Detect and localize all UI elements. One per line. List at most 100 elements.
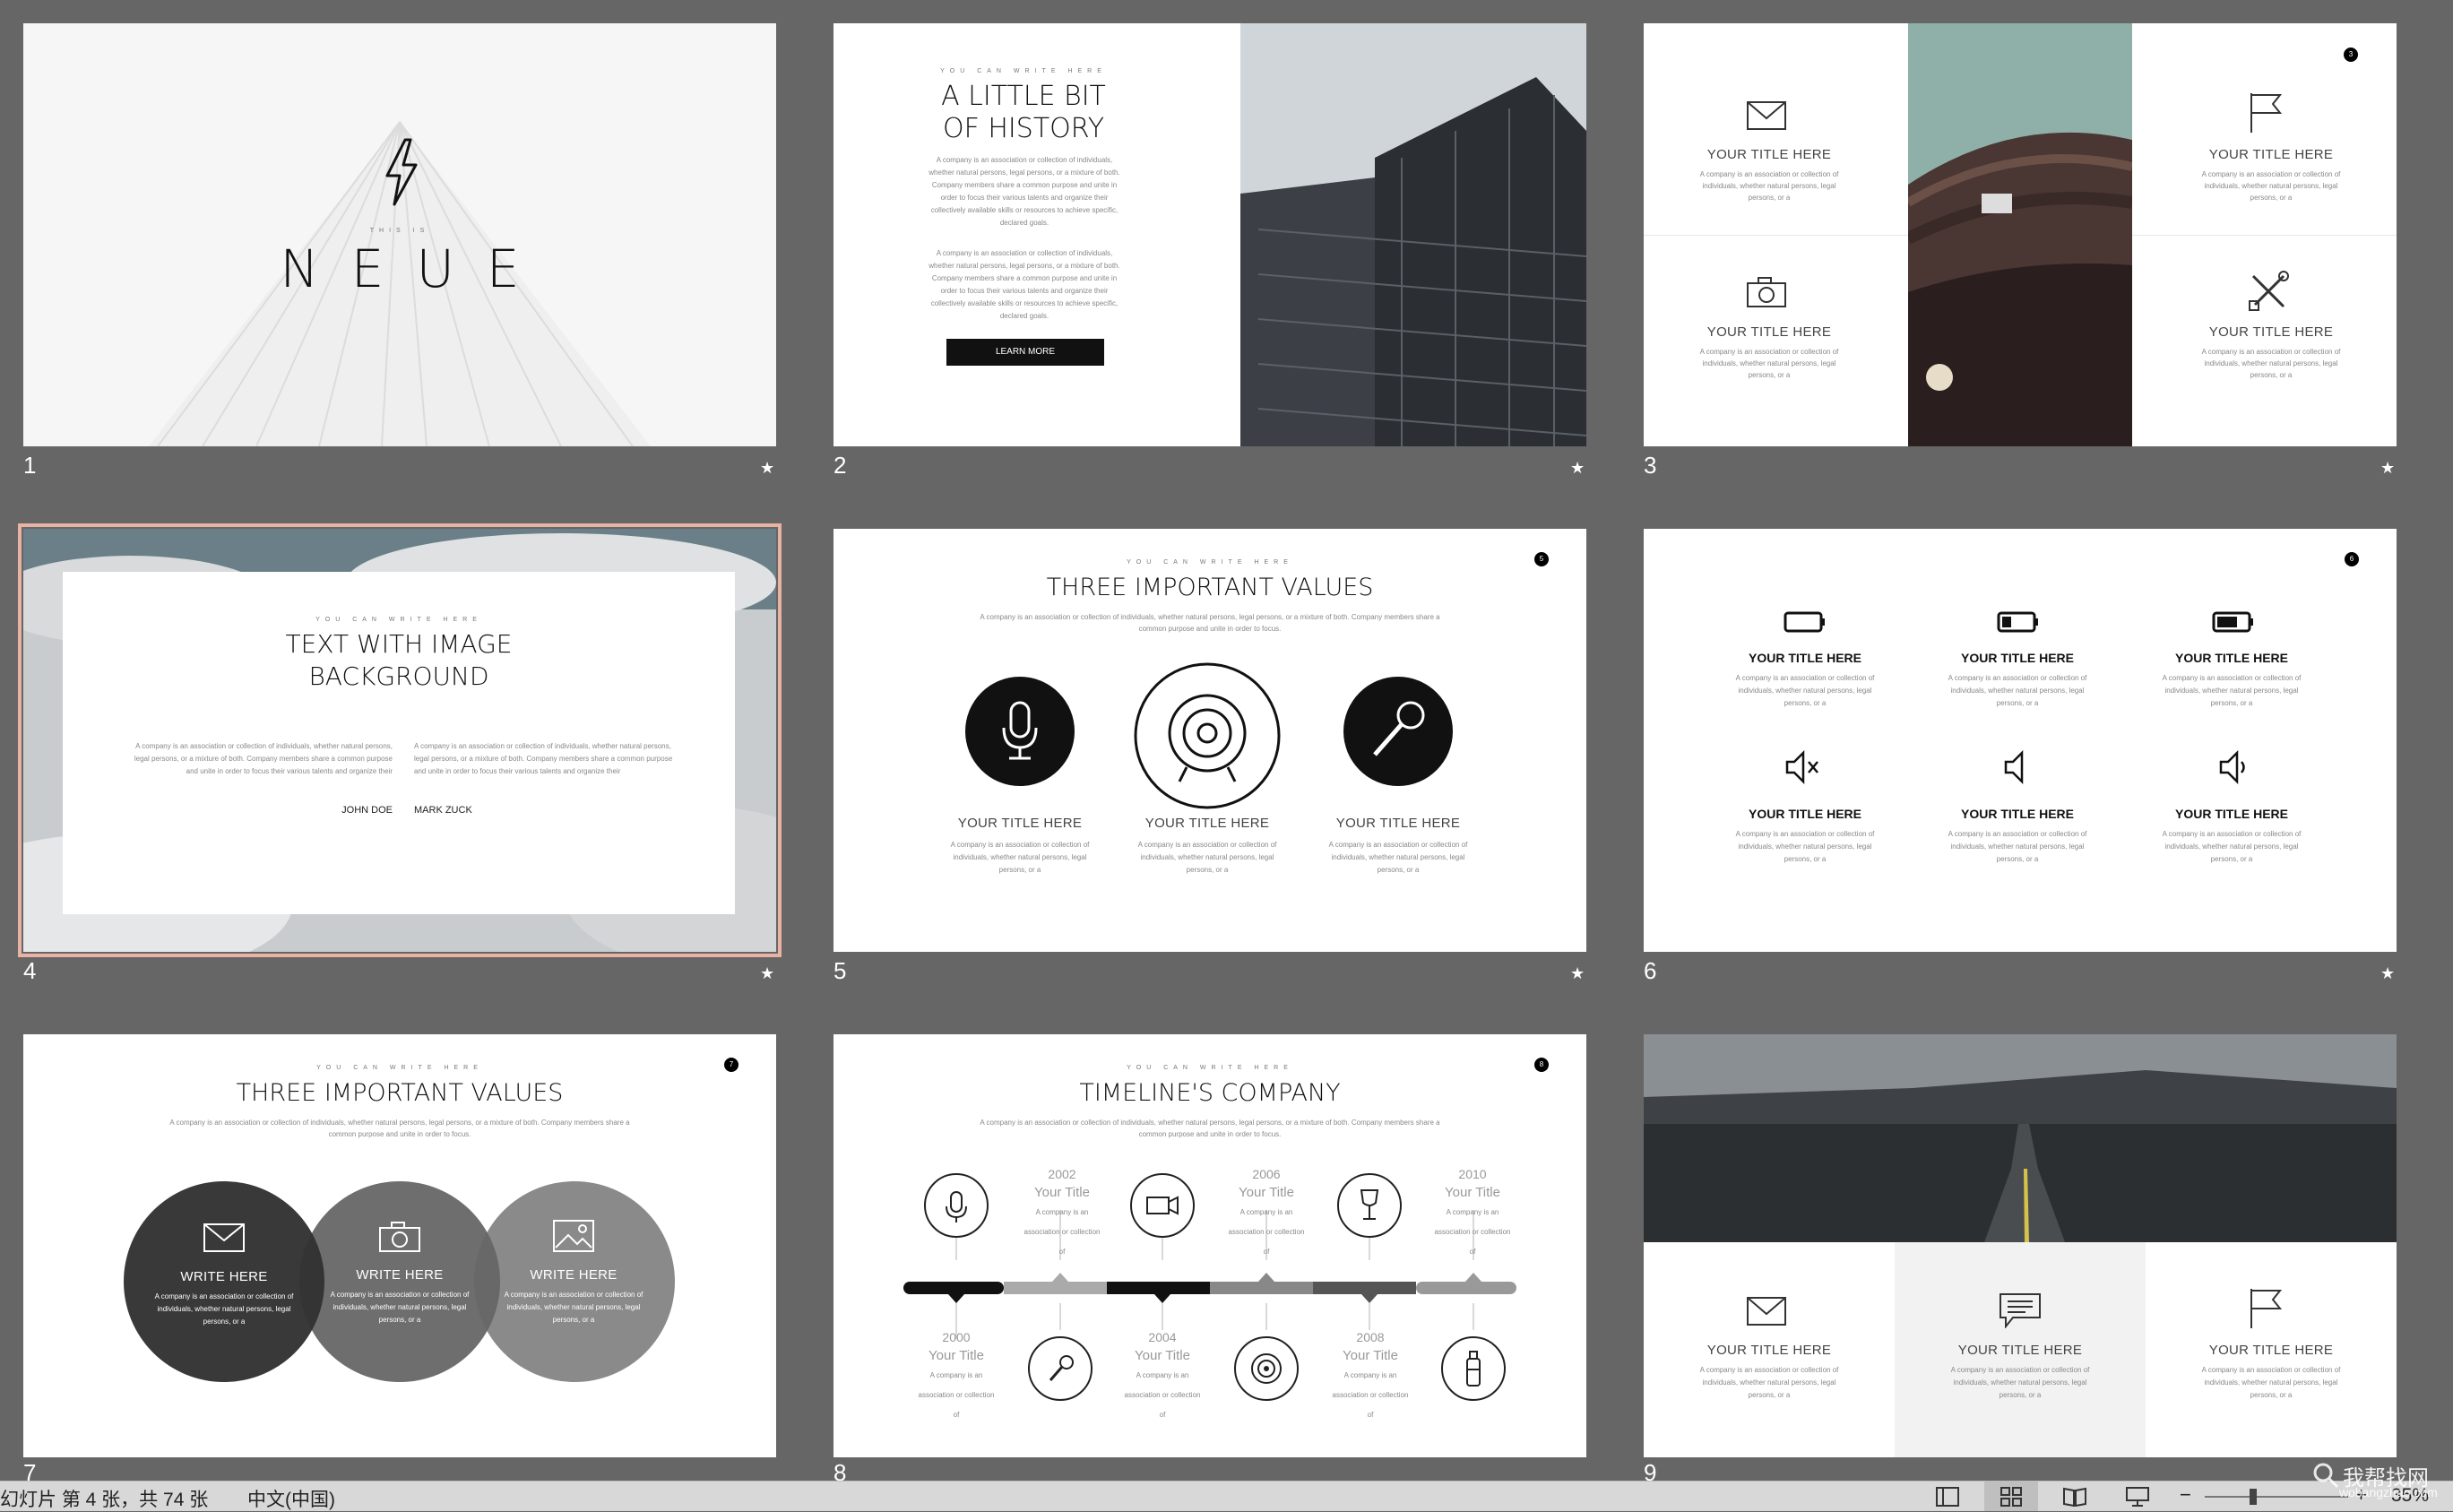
item-text: A company is an association or collectio… <box>2201 348 2341 379</box>
timeline-text: A company is an association or collectio… <box>1332 1371 1409 1419</box>
slide2-paragraph-2: A company is an association or collectio… <box>929 249 1120 320</box>
right-author: MARK ZUCK <box>414 805 472 816</box>
wine-glass-icon <box>1337 1173 1402 1238</box>
timeline-year: 2000 <box>942 1330 971 1344</box>
timeline-year: 2002 <box>1048 1167 1076 1181</box>
animation-star-icon: ★ <box>760 459 775 477</box>
timeline-title: Your Title <box>1445 1185 1500 1200</box>
timeline-title: Your Title <box>1034 1185 1090 1200</box>
slide1-kicker: THIS IS <box>369 228 430 234</box>
item-title: YOUR TITLE HERE <box>1957 1343 2083 1358</box>
timeline-title: Your Title <box>1343 1348 1398 1363</box>
circle-title: WRITE HERE <box>530 1267 618 1283</box>
chat-icon <box>2000 1293 2041 1328</box>
reading-view-icon[interactable] <box>2063 1487 2086 1507</box>
zoom-slider-thumb[interactable] <box>2250 1489 2257 1505</box>
item-title: YOUR TITLE HERE <box>2174 651 2288 665</box>
left-author: JOHN DOE <box>341 805 393 816</box>
item-text: A company is an association or collectio… <box>1699 170 1839 202</box>
value-text: A company is an association or collectio… <box>1328 841 1468 874</box>
slide-thumbnail-5[interactable]: 5 YOU CAN WRITE HERE THREE IMPORTANT VAL… <box>834 529 1586 952</box>
left-paragraph: A company is an association or collectio… <box>134 742 393 775</box>
page-number-badge: 6 <box>2345 552 2359 566</box>
normal-view-icon[interactable] <box>1936 1487 1959 1507</box>
timeline-year: 2004 <box>1148 1330 1177 1344</box>
timeline-text: A company is an association or collectio… <box>918 1371 995 1419</box>
speaker-mute-icon <box>1785 749 1818 785</box>
magnifier-watermark-icon <box>2313 1463 2339 1489</box>
timeline-year: 2008 <box>1356 1330 1385 1344</box>
item-text: A company is an association or collectio… <box>2162 674 2302 707</box>
status-bar: 幻灯片 第 4 张，共 74 张 中文(中国) − + 35% 我帮找网 wob… <box>0 1463 2453 1512</box>
watermark-url: wobangzhao.com <box>2339 1485 2438 1499</box>
microphone-icon <box>924 1173 989 1238</box>
zoom-out-button[interactable]: − <box>2180 1483 2191 1507</box>
item-title: YOUR TITLE HERE <box>2208 324 2334 340</box>
battery-empty-icon <box>1784 611 1825 633</box>
speaker-icon <box>2004 749 2024 785</box>
language-status[interactable]: 中文(中国) <box>247 1485 335 1512</box>
slide-thumbnail-6[interactable]: 6 YOUR TITLE HERE A company is an associ… <box>1644 529 2397 952</box>
slide4-title-line1: TEXT WITH IMAGE <box>285 629 513 659</box>
slide5-title: THREE IMPORTANT VALUES <box>1046 574 1374 601</box>
speaker-low-icon <box>2219 749 2245 785</box>
envelope-icon <box>203 1223 245 1252</box>
stadium-photo <box>1908 23 2132 446</box>
value-text: A company is an association or collectio… <box>1137 841 1277 874</box>
camera-icon <box>379 1222 420 1252</box>
item-text: A company is an association or collectio… <box>1950 1366 2090 1399</box>
slide-sorter-icon <box>2000 1487 2022 1507</box>
slide5-kicker: YOU CAN WRITE HERE <box>1127 559 1293 566</box>
animation-star-icon: ★ <box>2380 459 2396 477</box>
item-text: A company is an association or collectio… <box>1948 674 2087 707</box>
item-text: A company is an association or collectio… <box>1948 830 2087 863</box>
slide7-kicker: YOU CAN WRITE HERE <box>316 1065 483 1071</box>
flag-icon <box>2250 93 2283 133</box>
bottle-icon <box>1441 1336 1506 1401</box>
slide-number-2: 2 <box>834 452 847 479</box>
battery-half-icon <box>2212 611 2253 633</box>
animation-star-icon: ★ <box>1570 964 1585 982</box>
handheld-mic-icon <box>1343 677 1453 786</box>
envelope-icon <box>1747 1297 1786 1326</box>
slide-thumbnail-7[interactable]: 7 YOU CAN WRITE HERE THREE IMPORTANT VAL… <box>23 1034 776 1457</box>
slide-sorter-view-button[interactable] <box>1984 1482 2038 1511</box>
value-text: A company is an association or collectio… <box>950 841 1090 874</box>
slide-thumbnail-8[interactable]: 8 YOU CAN WRITE HERE TIMELINE'S COMPANY … <box>834 1034 1586 1457</box>
slide4-kicker: YOU CAN WRITE HERE <box>315 617 482 623</box>
circle-title: WRITE HERE <box>180 1269 268 1284</box>
item-title: YOUR TITLE HERE <box>1706 147 1832 162</box>
circle-title: WRITE HERE <box>356 1267 444 1283</box>
camera-icon <box>1747 277 1786 307</box>
timeline-year: 2006 <box>1252 1167 1281 1181</box>
animation-star-icon: ★ <box>760 964 775 982</box>
item-title: YOUR TITLE HERE <box>1748 807 1861 821</box>
video-camera-icon <box>1130 1173 1195 1238</box>
microphone-icon <box>965 677 1075 786</box>
learn-more-button: LEARN MORE <box>946 339 1104 366</box>
slideshow-icon[interactable] <box>2126 1487 2149 1507</box>
item-title: YOUR TITLE HERE <box>1960 651 2074 665</box>
target-icon <box>1134 662 1281 809</box>
building-background <box>23 23 776 446</box>
slide-count-status: 幻灯片 第 4 张，共 74 张 <box>0 1490 209 1510</box>
zoom-slider[interactable] <box>2205 1496 2348 1498</box>
item-text: A company is an association or collectio… <box>1699 348 1839 379</box>
slide1-title: NEUE <box>280 238 552 299</box>
circle-text: A company is an association or collectio… <box>154 1292 294 1326</box>
page-number-badge: 3 <box>2344 48 2358 62</box>
item-title: YOUR TITLE HERE <box>1748 651 1861 665</box>
timeline-title: Your Title <box>1135 1348 1190 1363</box>
skyscraper-photo <box>1240 23 1586 446</box>
slide-thumbnail-9[interactable]: YOUR TITLE HERE A company is an associat… <box>1644 1034 2397 1457</box>
target-icon <box>1234 1336 1299 1401</box>
slide-thumbnail-2[interactable]: YOU CAN WRITE HERE A LITTLE BIT OF HISTO… <box>834 23 1586 446</box>
timeline-text: A company is an association or collectio… <box>1124 1371 1201 1419</box>
item-text: A company is an association or collectio… <box>1735 830 1875 863</box>
slide7-title: THREE IMPORTANT VALUES <box>236 1079 564 1107</box>
slide-thumbnail-1[interactable]: THIS IS NEUE <box>23 23 776 446</box>
slide-thumbnail-3[interactable]: 3 YOUR TITLE HERE A company is an associ… <box>1644 23 2397 446</box>
item-title: YOUR TITLE HERE <box>1706 324 1832 340</box>
value-title: YOUR TITLE HERE <box>1144 816 1270 831</box>
slide-thumbnail-4[interactable]: YOU CAN WRITE HERE TEXT WITH IMAGE BACKG… <box>18 523 782 957</box>
